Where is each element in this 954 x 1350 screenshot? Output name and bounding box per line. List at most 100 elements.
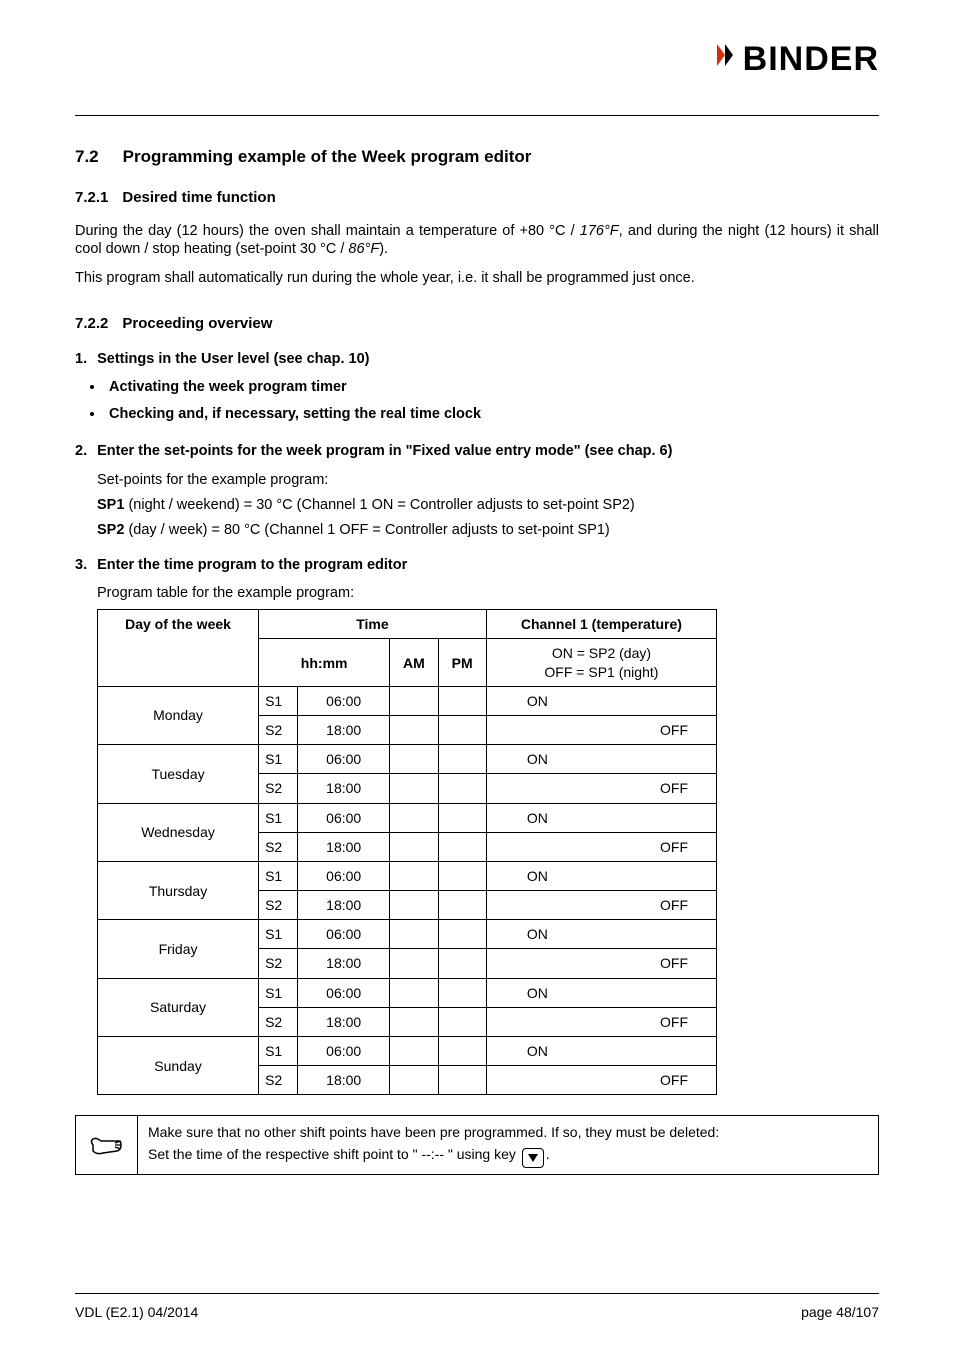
cell-pm — [438, 686, 486, 715]
cell-day: Wednesday — [98, 803, 259, 861]
paragraph-721-2: This program shall automatically run dur… — [75, 269, 879, 288]
cell-am — [390, 715, 438, 744]
program-table-wrap: Day of the week Time Channel 1 (temperat… — [97, 609, 879, 1095]
th-day: Day of the week — [98, 610, 259, 687]
cell-am — [390, 1007, 438, 1036]
th-channel: Channel 1 (temperature) — [486, 610, 716, 639]
table-row: MondayS106:00ON — [98, 686, 717, 715]
cell-shift: S1 — [259, 978, 298, 1007]
page-header: BINDER — [75, 40, 879, 115]
cell-channel: ON — [486, 978, 716, 1007]
cell-channel: OFF — [486, 1007, 716, 1036]
footer-right: page 48/107 — [801, 1304, 879, 1320]
cell-channel: OFF — [486, 715, 716, 744]
info-hand-icon — [76, 1116, 138, 1174]
cell-time: 18:00 — [298, 1066, 390, 1095]
cell-shift: S2 — [259, 774, 298, 803]
th-on-off: ON = SP2 (day) OFF = SP1 (night) — [486, 639, 716, 686]
cell-time: 18:00 — [298, 774, 390, 803]
cell-shift: S1 — [259, 1037, 298, 1066]
table-row: WednesdayS106:00ON — [98, 803, 717, 832]
cell-am — [390, 745, 438, 774]
step-1-heading: 1. Settings in the User level (see chap.… — [75, 350, 879, 369]
paragraph-721-1: During the day (12 hours) the oven shall… — [75, 222, 879, 260]
program-table: Day of the week Time Channel 1 (temperat… — [97, 609, 717, 1095]
subsection-title: Proceeding overview — [122, 314, 272, 334]
cell-channel: ON — [486, 1037, 716, 1066]
table-row: SaturdayS106:00ON — [98, 978, 717, 1007]
cell-time: 06:00 — [298, 920, 390, 949]
cell-channel: ON — [486, 803, 716, 832]
footer-left: VDL (E2.1) 04/2014 — [75, 1304, 198, 1320]
cell-time: 18:00 — [298, 715, 390, 744]
table-row: TuesdayS106:00ON — [98, 745, 717, 774]
cell-pm — [438, 861, 486, 890]
cell-time: 18:00 — [298, 891, 390, 920]
cell-channel: OFF — [486, 949, 716, 978]
cell-day: Sunday — [98, 1037, 259, 1095]
cell-shift: S1 — [259, 803, 298, 832]
step-3-intro: Program table for the example program: — [97, 584, 879, 603]
cell-shift: S2 — [259, 1066, 298, 1095]
cell-pm — [438, 745, 486, 774]
table-row: FridayS106:00ON — [98, 920, 717, 949]
cell-channel: ON — [486, 920, 716, 949]
cell-pm — [438, 715, 486, 744]
th-pm: PM — [438, 639, 486, 686]
subsection-title: Desired time function — [122, 188, 275, 208]
cell-pm — [438, 891, 486, 920]
cell-day: Friday — [98, 920, 259, 978]
cell-channel: OFF — [486, 1066, 716, 1095]
cell-channel: ON — [486, 686, 716, 715]
cell-channel: OFF — [486, 832, 716, 861]
cell-pm — [438, 920, 486, 949]
brand-logo-mark-icon — [711, 40, 737, 79]
table-row: SundayS106:00ON — [98, 1037, 717, 1066]
cell-am — [390, 861, 438, 890]
section-heading-7-2: 7.2 Programming example of the Week prog… — [75, 146, 879, 168]
cell-time: 06:00 — [298, 861, 390, 890]
cell-day: Thursday — [98, 861, 259, 919]
bullet-check-clock: Checking and, if necessary, setting the … — [105, 405, 879, 424]
cell-channel: ON — [486, 745, 716, 774]
cell-shift: S1 — [259, 686, 298, 715]
bullet-activate-timer: Activating the week program timer — [105, 378, 879, 397]
cell-am — [390, 920, 438, 949]
cell-pm — [438, 803, 486, 832]
cell-pm — [438, 1066, 486, 1095]
cell-time: 06:00 — [298, 803, 390, 832]
section-heading-7-2-2: 7.2.2 Proceeding overview — [75, 314, 879, 334]
cell-channel: OFF — [486, 774, 716, 803]
down-arrow-key-icon — [522, 1148, 544, 1168]
cell-shift: S1 — [259, 920, 298, 949]
step-2-heading: 2. Enter the set-points for the week pro… — [75, 442, 879, 461]
cell-am — [390, 803, 438, 832]
cell-time: 06:00 — [298, 686, 390, 715]
cell-shift: S2 — [259, 949, 298, 978]
cell-day: Saturday — [98, 978, 259, 1036]
cell-am — [390, 1066, 438, 1095]
note-box: Make sure that no other shift points hav… — [75, 1115, 879, 1175]
section-heading-7-2-1: 7.2.1 Desired time function — [75, 188, 879, 208]
cell-time: 06:00 — [298, 1037, 390, 1066]
cell-shift: S2 — [259, 1007, 298, 1036]
cell-time: 18:00 — [298, 949, 390, 978]
step-2-intro: Set-points for the example program: — [97, 471, 879, 490]
cell-am — [390, 891, 438, 920]
cell-day: Monday — [98, 686, 259, 744]
subsection-number: 7.2.1 — [75, 188, 108, 208]
page-footer: VDL (E2.1) 04/2014 page 48/107 — [75, 1293, 879, 1320]
cell-time: 06:00 — [298, 978, 390, 1007]
cell-pm — [438, 832, 486, 861]
table-row: ThursdayS106:00ON — [98, 861, 717, 890]
cell-am — [390, 686, 438, 715]
cell-am — [390, 949, 438, 978]
th-hhmm: hh:mm — [259, 639, 390, 686]
cell-day: Tuesday — [98, 745, 259, 803]
th-am: AM — [390, 639, 438, 686]
cell-pm — [438, 1007, 486, 1036]
subsection-number: 7.2.2 — [75, 314, 108, 334]
cell-time: 18:00 — [298, 832, 390, 861]
cell-time: 06:00 — [298, 745, 390, 774]
cell-shift: S2 — [259, 891, 298, 920]
